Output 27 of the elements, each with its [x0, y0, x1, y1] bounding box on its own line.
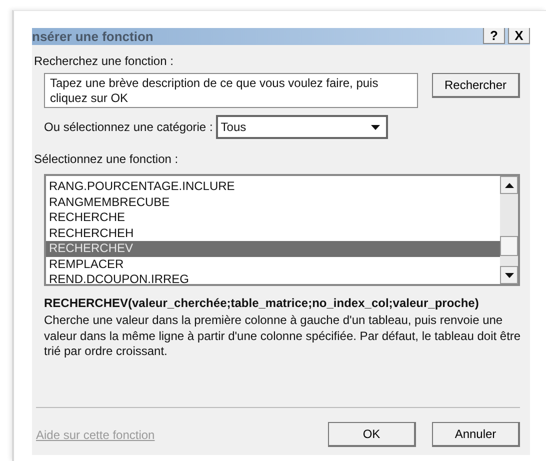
- function-item[interactable]: REMPLACER: [46, 256, 500, 272]
- search-field[interactable]: Tapez une brève description de ce que vous voulez faire, puis cliquez sur OK: [44, 73, 418, 108]
- up-arrow-icon: [504, 182, 514, 188]
- function-item[interactable]: REND.DCOUPON.IRREG: [46, 272, 500, 288]
- help-button[interactable]: ?: [483, 28, 505, 44]
- function-item[interactable]: RANGMEMBRECUBE: [46, 194, 500, 210]
- scroll-up-button[interactable]: [500, 176, 518, 194]
- down-arrow-icon: [504, 272, 514, 278]
- scroll-thumb[interactable]: [500, 236, 518, 256]
- scrollbar[interactable]: [500, 176, 518, 284]
- function-item[interactable]: RECHERCHEH: [46, 226, 500, 241]
- function-signature: RECHERCHEV(valeur_cherchée;table_matrice;no_index_col;valeur_proche): [44, 296, 480, 310]
- function-item[interactable]: RANG.POURCENTAGE.INCLURE: [46, 179, 500, 194]
- category-select[interactable]: Tous: [216, 115, 388, 139]
- cancel-button[interactable]: Annuler: [432, 422, 520, 447]
- scroll-down-button[interactable]: [500, 266, 518, 284]
- function-description: Cherche une valeur dans la première colonne à gauche d'un tableau, puis renvoie une valeur dans la même ligne à partir d'une colonne spécifiée. Par défaut, le tableau doit être trié par ordre croissant.: [44, 313, 522, 360]
- function-item[interactable]: RECHERCHE: [46, 210, 500, 226]
- close-button[interactable]: X: [508, 28, 530, 44]
- function-item[interactable]: RECHERCHEV: [46, 241, 500, 256]
- search-label: Recherchez une fonction :: [34, 54, 174, 68]
- search-button[interactable]: Rechercher: [432, 73, 520, 98]
- category-label: Ou sélectionnez une catégorie :: [44, 120, 213, 134]
- ok-button[interactable]: OK: [328, 422, 416, 447]
- window-title: nsérer une fonction: [32, 29, 154, 44]
- dropdown-arrow-icon: [370, 124, 380, 130]
- function-list-label: Sélectionnez une fonction :: [34, 152, 180, 166]
